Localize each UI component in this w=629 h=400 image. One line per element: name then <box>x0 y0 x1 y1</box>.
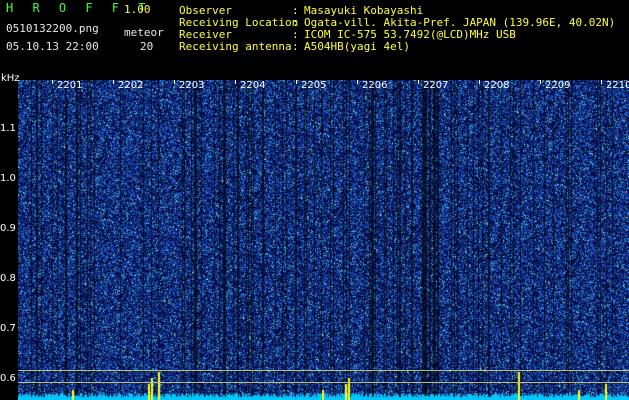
time-tick-label: 2201 <box>57 80 83 91</box>
frequency-tick-label: 1.1 <box>0 123 16 134</box>
frequency-tick-label: 0.6 <box>0 373 16 384</box>
time-tick-mark <box>418 80 419 84</box>
time-tick-label: 2208 <box>484 80 510 91</box>
antenna-value: A504HB(yagi 4el) <box>304 40 410 53</box>
frequency-tick-label: 1.0 <box>0 173 16 184</box>
time-tick-label: 2209 <box>545 80 571 91</box>
meteor-label: meteor <box>124 26 164 39</box>
time-tick-label: 2203 <box>179 80 205 91</box>
guide-line-upper <box>18 370 629 371</box>
time-tick-mark <box>540 80 541 84</box>
time-tick-label: 2205 <box>301 80 327 91</box>
meteor-count: 20 <box>140 40 154 53</box>
time-tick-label: 2210 <box>606 80 629 91</box>
frequency-tick-label: 0.7 <box>0 323 16 334</box>
antenna-colon: : <box>292 40 299 53</box>
time-tick-mark <box>296 80 297 84</box>
time-tick-mark <box>479 80 480 84</box>
guide-line-lower <box>18 382 629 383</box>
hroft-window: H R O F F T 1.00 0510132200.png meteor 0… <box>0 0 629 400</box>
frequency-unit-label: kHz <box>1 73 20 84</box>
time-tick-label: 2204 <box>240 80 266 91</box>
time-tick-label: 2206 <box>362 80 388 91</box>
time-tick-label: 2202 <box>118 80 144 91</box>
app-version: 1.00 <box>124 3 151 16</box>
time-tick-mark <box>113 80 114 84</box>
frequency-tick-label: 0.8 <box>0 273 16 284</box>
spectrogram-canvas <box>18 80 629 400</box>
frequency-tick-label: 0.9 <box>0 223 16 234</box>
time-tick-label: 2207 <box>423 80 449 91</box>
spectrogram-panel <box>18 80 629 400</box>
time-tick-mark <box>235 80 236 84</box>
antenna-label: Receiving antenna <box>179 40 292 53</box>
time-tick-mark <box>174 80 175 84</box>
time-tick-mark <box>52 80 53 84</box>
file-name: 0510132200.png <box>6 22 99 35</box>
time-tick-mark <box>357 80 358 84</box>
date-time: 05.10.13 22:00 <box>6 40 99 53</box>
time-tick-mark <box>601 80 602 84</box>
